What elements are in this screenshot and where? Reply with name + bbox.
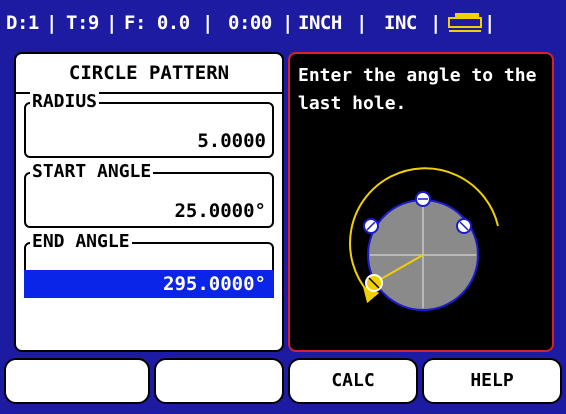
end-angle-field[interactable]: END ANGLE 295.0000° bbox=[24, 232, 274, 298]
mode-indicator: INC bbox=[384, 12, 417, 34]
form-title: CIRCLE PATTERN bbox=[68, 62, 230, 84]
start-angle-label: START ANGLE bbox=[30, 161, 154, 182]
start-angle-value: 25.0000° bbox=[174, 200, 266, 222]
tool-holder-icon bbox=[448, 13, 482, 32]
sep: | bbox=[202, 12, 213, 34]
radius-field[interactable]: RADIUS 5.0000 bbox=[24, 92, 274, 158]
sep: | bbox=[484, 12, 495, 34]
circle-pattern-form: CIRCLE PATTERN RADIUS 5.0000 START ANGLE… bbox=[14, 52, 284, 352]
sep: | bbox=[356, 12, 367, 34]
feed-indicator: F: 0.0 bbox=[124, 12, 190, 34]
sep: | bbox=[430, 12, 441, 34]
softkey-1[interactable] bbox=[4, 358, 150, 404]
radius-value: 5.0000 bbox=[197, 130, 266, 152]
hole-left bbox=[363, 218, 379, 234]
datum-indicator: D:1 bbox=[6, 12, 39, 34]
tool-indicator: T:9 bbox=[66, 12, 99, 34]
start-angle-field[interactable]: START ANGLE 25.0000° bbox=[24, 162, 274, 228]
units-indicator: INCH bbox=[298, 12, 342, 34]
hole-right bbox=[456, 218, 472, 234]
hole-last bbox=[365, 274, 383, 292]
help-button[interactable]: HELP bbox=[422, 358, 562, 404]
softkey-2[interactable] bbox=[154, 358, 284, 404]
status-bar: D:1 | T:9 | F: 0.0 | 0:00 | INCH | INC |… bbox=[0, 0, 566, 46]
sep: | bbox=[282, 12, 293, 34]
end-angle-value[interactable]: 295.0000° bbox=[24, 270, 274, 298]
circle-pattern-end-angle-icon bbox=[349, 167, 499, 311]
sep: | bbox=[106, 12, 117, 34]
time-indicator: 0:00 bbox=[228, 12, 272, 34]
sep: | bbox=[46, 12, 57, 34]
hole-top bbox=[415, 191, 431, 207]
calc-button[interactable]: CALC bbox=[288, 358, 418, 404]
help-panel: Enter the angle to the last hole. bbox=[288, 52, 554, 352]
end-angle-label: END ANGLE bbox=[30, 231, 132, 252]
radius-label: RADIUS bbox=[30, 91, 100, 112]
